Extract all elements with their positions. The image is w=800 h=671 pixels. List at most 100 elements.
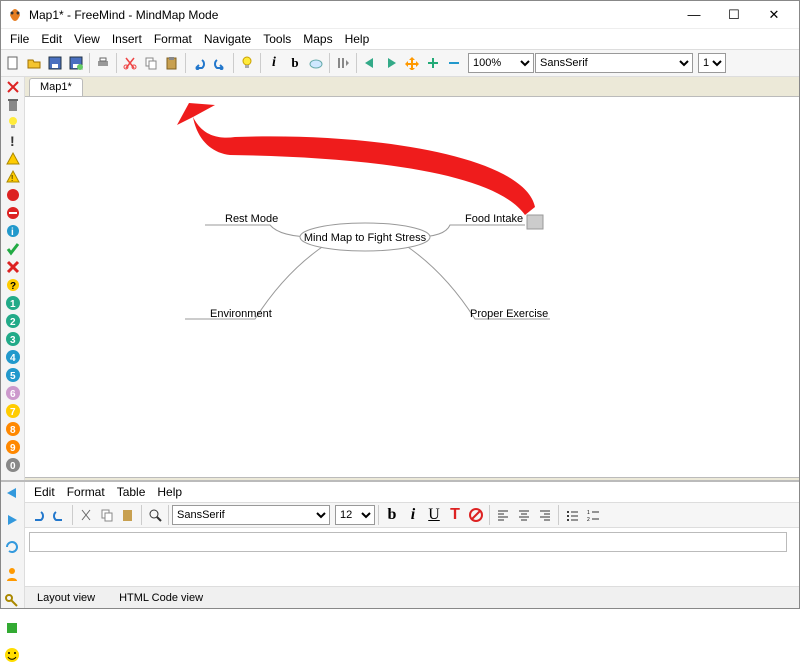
selected-node-handle[interactable] — [527, 215, 543, 229]
find-icon[interactable] — [333, 53, 353, 73]
new-icon[interactable] — [3, 53, 23, 73]
num3-icon[interactable]: 3 — [5, 331, 21, 347]
num5-icon[interactable]: 5 — [5, 367, 21, 383]
ed-cut-icon[interactable] — [76, 505, 96, 525]
num1-icon[interactable]: 1 — [5, 295, 21, 311]
left-arrow-icon[interactable] — [4, 485, 20, 501]
node-proper-exercise[interactable]: Proper Exercise — [470, 308, 548, 320]
ed-italic-icon[interactable]: i — [403, 505, 423, 525]
menu-view[interactable]: View — [69, 30, 105, 48]
stop-icon[interactable] — [5, 187, 21, 203]
ed-paste-icon[interactable] — [118, 505, 138, 525]
add-icon[interactable] — [423, 53, 443, 73]
ed-align-left-icon[interactable] — [493, 505, 513, 525]
remove-icon[interactable] — [444, 53, 464, 73]
document-tab[interactable]: Map1* — [29, 78, 83, 96]
editor-menu-format[interactable]: Format — [62, 483, 110, 501]
node-food-intake[interactable]: Food Intake — [465, 213, 523, 225]
info-icon[interactable]: i — [5, 223, 21, 239]
ed-bold-icon[interactable]: b — [382, 505, 402, 525]
editor-menu-edit[interactable]: Edit — [29, 483, 60, 501]
maximize-button[interactable]: ☐ — [715, 4, 753, 26]
open-icon[interactable] — [24, 53, 44, 73]
num6-icon[interactable]: 6 — [5, 385, 21, 401]
warn-icon[interactable] — [5, 151, 21, 167]
menu-navigate[interactable]: Navigate — [199, 30, 256, 48]
ed-underline-icon[interactable]: U — [424, 505, 444, 525]
idea-icon[interactable] — [237, 53, 257, 73]
bold-icon[interactable]: b — [285, 53, 305, 73]
menu-tools[interactable]: Tools — [258, 30, 296, 48]
chip-icon[interactable] — [4, 620, 20, 636]
ed-bullets-icon[interactable] — [562, 505, 582, 525]
menu-maps[interactable]: Maps — [298, 30, 337, 48]
trash-icon[interactable] — [5, 97, 21, 113]
html-view-tab[interactable]: HTML Code view — [113, 590, 209, 606]
menu-insert[interactable]: Insert — [107, 30, 147, 48]
minus-icon[interactable] — [5, 205, 21, 221]
layout-view-tab[interactable]: Layout view — [31, 590, 101, 606]
num9-icon[interactable]: 9 — [5, 439, 21, 455]
ed-numbers-icon[interactable]: 12 — [583, 505, 603, 525]
close-x-icon[interactable] — [5, 79, 21, 95]
undo-icon[interactable] — [189, 53, 209, 73]
menu-format[interactable]: Format — [149, 30, 197, 48]
person-icon[interactable] — [4, 566, 20, 582]
ed-redo-icon[interactable] — [49, 505, 69, 525]
root-node[interactable]: Mind Map to Fight Stress — [304, 232, 427, 244]
editor-menu-help[interactable]: Help — [152, 483, 187, 501]
ed-find-icon[interactable] — [145, 505, 165, 525]
exclaim-icon[interactable]: ! — [5, 133, 21, 149]
editor-menu-table[interactable]: Table — [112, 483, 151, 501]
ed-font-combo[interactable]: SansSerif — [172, 505, 330, 525]
refresh-icon[interactable] — [4, 539, 20, 555]
smile-icon[interactable] — [4, 647, 20, 663]
print-icon[interactable] — [93, 53, 113, 73]
forward-icon[interactable] — [381, 53, 401, 73]
saveas-icon[interactable] — [66, 53, 86, 73]
right-arrow-icon[interactable] — [4, 512, 20, 528]
editor-text-field[interactable] — [29, 532, 787, 552]
ed-copy-icon[interactable] — [97, 505, 117, 525]
num8-icon[interactable]: 8 — [5, 421, 21, 437]
close-button[interactable]: ✕ — [755, 4, 793, 26]
ed-align-center-icon[interactable] — [514, 505, 534, 525]
ed-clear-icon[interactable] — [466, 505, 486, 525]
redo-icon[interactable] — [210, 53, 230, 73]
size-combo[interactable]: 12 — [698, 53, 726, 73]
menu-help[interactable]: Help — [340, 30, 375, 48]
check-icon[interactable] — [5, 241, 21, 257]
save-icon[interactable] — [45, 53, 65, 73]
num0-icon[interactable]: 0 — [5, 457, 21, 473]
italic-icon[interactable]: i — [264, 53, 284, 73]
mindmap-canvas[interactable]: Mind Map to Fight Stress Rest Mode Food … — [25, 97, 799, 477]
zoom-combo[interactable]: 100% — [468, 53, 534, 73]
cut-icon[interactable] — [120, 53, 140, 73]
back-icon[interactable] — [360, 53, 380, 73]
ed-undo-icon[interactable] — [28, 505, 48, 525]
paste-icon[interactable] — [162, 53, 182, 73]
menu-edit[interactable]: Edit — [36, 30, 67, 48]
ed-align-right-icon[interactable] — [535, 505, 555, 525]
x-icon[interactable] — [5, 259, 21, 275]
ed-size-combo[interactable]: 12 — [335, 505, 375, 525]
num7-icon[interactable]: 7 — [5, 403, 21, 419]
copy-icon[interactable] — [141, 53, 161, 73]
q-icon[interactable]: ? — [5, 277, 21, 293]
ed-color-icon[interactable]: T — [445, 505, 465, 525]
svg-text:9: 9 — [10, 443, 16, 454]
key-icon[interactable] — [4, 593, 20, 609]
num2-icon[interactable]: 2 — [5, 313, 21, 329]
minimize-button[interactable]: — — [675, 4, 713, 26]
move-icon[interactable] — [402, 53, 422, 73]
annotation-arrow — [193, 117, 535, 215]
menu-file[interactable]: File — [5, 30, 34, 48]
node-environment[interactable]: Environment — [210, 308, 272, 320]
cloud-icon[interactable] — [306, 53, 326, 73]
window-controls: — ☐ ✕ — [675, 4, 793, 26]
font-combo[interactable]: SansSerif — [535, 53, 693, 73]
node-rest-mode[interactable]: Rest Mode — [225, 213, 278, 225]
num4-icon[interactable]: 4 — [5, 349, 21, 365]
warn2-icon[interactable]: ! — [5, 169, 21, 185]
bulb-icon[interactable] — [5, 115, 21, 131]
